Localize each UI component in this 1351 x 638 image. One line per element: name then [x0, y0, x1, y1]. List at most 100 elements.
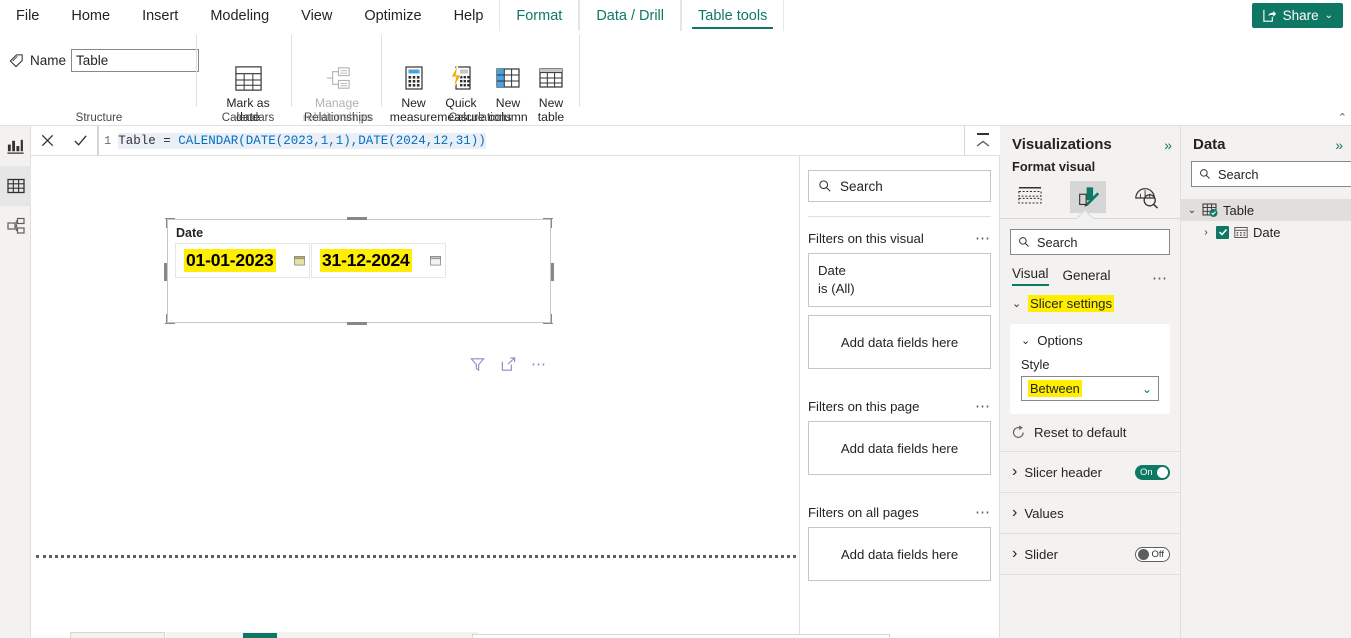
- share-button[interactable]: Share ⌄: [1251, 3, 1343, 28]
- resize-handle-left-top[interactable]: [166, 218, 167, 228]
- filters-page-dropzone[interactable]: Add data fields here: [808, 421, 991, 475]
- tab-help[interactable]: Help: [438, 0, 500, 31]
- rail-model-view-button[interactable]: [0, 206, 31, 246]
- filters-visual-dropzone[interactable]: Add data fields here: [808, 315, 991, 369]
- resize-handle-right-bottom[interactable]: [551, 314, 552, 324]
- date-slicer-visual[interactable]: Date 01-01-2023 31-12-2024: [164, 217, 554, 325]
- data-tree-item-table[interactable]: ⌄ Table: [1181, 199, 1351, 221]
- tab-optimize[interactable]: Optimize: [348, 0, 437, 31]
- tab-format[interactable]: Format: [499, 0, 580, 31]
- chevron-down-icon: ⌄: [1012, 298, 1022, 310]
- rail-report-view-button[interactable]: [0, 126, 31, 166]
- filter-card-date[interactable]: Date is (All): [808, 253, 991, 307]
- formula-line-number: 1: [104, 133, 112, 148]
- formula-table-name: Table: [118, 133, 156, 148]
- resize-handle-left-middle[interactable]: [164, 263, 167, 281]
- filters-all-pages-more-button[interactable]: ⋯: [975, 505, 991, 520]
- visual-format-search-placeholder: Search: [1037, 234, 1078, 250]
- build-visual-button[interactable]: [1012, 181, 1048, 213]
- slicer-start-date-box[interactable]: 01-01-2023: [175, 243, 310, 278]
- slicer-header-section[interactable]: › Slicer header On: [1000, 451, 1180, 492]
- format-visual-button[interactable]: [1070, 181, 1106, 213]
- options-header[interactable]: ⌄ Options: [1021, 333, 1159, 348]
- formula-bar: 1 Table = CALENDAR(DATE(2023,1,1),DATE(2…: [31, 126, 1000, 156]
- slider-section[interactable]: › Slider Off: [1000, 533, 1180, 574]
- filter-icon[interactable]: [469, 356, 486, 373]
- tab-help-label: Help: [453, 7, 484, 24]
- filters-section-header-page: Filters on this page ⋯: [808, 399, 991, 414]
- group-label-relationships: Relationships: [304, 112, 374, 124]
- data-search-box[interactable]: Search: [1191, 161, 1351, 187]
- tab-insert[interactable]: Insert: [126, 0, 194, 31]
- tab-modeling[interactable]: Modeling: [194, 0, 285, 31]
- ribbon-body: Name Structure Mark as date ta: [0, 31, 1351, 138]
- slicer-end-date-box[interactable]: 31-12-2024: [311, 243, 446, 278]
- minimize-icon: [976, 133, 989, 135]
- filters-visual-more-button[interactable]: ⋯: [975, 231, 991, 246]
- page-tab-cutoff-1[interactable]: [70, 632, 165, 638]
- filters-search-box[interactable]: Search: [808, 170, 991, 202]
- formula-input[interactable]: 1 Table = CALENDAR(DATE(2023,1,1),DATE(2…: [98, 126, 965, 155]
- tab-view[interactable]: View: [285, 0, 348, 31]
- slicer-header-toggle[interactable]: On: [1135, 464, 1170, 480]
- filters-all-pages-dropzone[interactable]: Add data fields here: [808, 527, 991, 581]
- visualizations-pane: Visualizations » Format visual Search Vi…: [1000, 126, 1181, 638]
- values-section[interactable]: › Values: [1000, 492, 1180, 533]
- filters-page-more-button[interactable]: ⋯: [975, 399, 991, 414]
- visual-format-search-box[interactable]: Search: [1010, 229, 1170, 255]
- format-tabs-more-button[interactable]: ⋯: [1152, 271, 1168, 286]
- table-name-input[interactable]: [71, 49, 200, 72]
- chevron-up-icon: [976, 140, 989, 147]
- style-dropdown[interactable]: Between ⌄: [1021, 376, 1159, 401]
- slider-toggle[interactable]: Off: [1135, 546, 1170, 562]
- data-field-tree: ⌄ Table › Date: [1181, 199, 1351, 243]
- resize-handle-right-middle[interactable]: [551, 263, 554, 281]
- data-tree-item-date[interactable]: › Date: [1181, 221, 1351, 243]
- report-canvas[interactable]: ⋯ Date 01-01-2023 31-12-2024: [31, 156, 800, 638]
- date-field-checkbox[interactable]: [1216, 225, 1229, 239]
- close-icon: [41, 134, 54, 147]
- collapse-pane-icon[interactable]: »: [1335, 137, 1343, 153]
- collapse-pane-icon[interactable]: »: [1164, 137, 1172, 153]
- resize-handle-bottom-center[interactable]: [347, 322, 367, 325]
- options-label: Options: [1037, 333, 1083, 348]
- chevron-right-icon: ›: [1012, 504, 1018, 521]
- reset-to-default-button[interactable]: Reset to default: [1000, 414, 1180, 451]
- commit-formula-button[interactable]: [64, 126, 97, 155]
- calendar-icon[interactable]: [294, 255, 305, 266]
- analytics-magnifier-icon: [1135, 187, 1159, 209]
- new-measure-button[interactable]: New measure: [390, 61, 437, 124]
- filters-all-pages-dropzone-label: Add data fields here: [840, 546, 959, 562]
- rail-data-view-button[interactable]: [0, 166, 31, 206]
- ribbon-collapse-button[interactable]: ⌃: [1338, 111, 1347, 124]
- page-boundary-divider: [36, 555, 796, 558]
- visual-more-options-button[interactable]: ⋯: [531, 357, 547, 372]
- resize-handle-top-center[interactable]: [347, 217, 367, 220]
- resize-handle-right-top[interactable]: [551, 218, 552, 228]
- values-label: Values: [1024, 505, 1064, 521]
- status-bar-cutoff: [0, 632, 1351, 638]
- tab-file[interactable]: File: [0, 0, 55, 31]
- tab-data-drill-label: Data / Drill: [596, 7, 664, 24]
- tab-home[interactable]: Home: [55, 0, 126, 31]
- style-label: Style: [1021, 357, 1050, 372]
- new-table-button[interactable]: New table: [529, 61, 573, 124]
- filters-search-placeholder: Search: [840, 178, 883, 194]
- tab-general[interactable]: General: [1063, 268, 1111, 286]
- visualizations-bottom-divider: [1000, 574, 1180, 575]
- tab-visual[interactable]: Visual: [1012, 266, 1049, 286]
- slicer-header-toggle-state: On: [1140, 466, 1153, 478]
- cancel-formula-button[interactable]: [31, 126, 64, 155]
- slicer-settings-section[interactable]: ⌄ Slicer settings: [1000, 286, 1180, 321]
- tab-insert-label: Insert: [142, 7, 179, 24]
- view-switcher-rail: [0, 126, 31, 638]
- data-view-icon: [6, 178, 25, 194]
- calendar-icon[interactable]: [430, 255, 441, 266]
- analytics-button[interactable]: [1128, 181, 1164, 213]
- tab-table-tools[interactable]: Table tools: [681, 0, 785, 31]
- data-tree-table-label: Table: [1223, 202, 1255, 218]
- focus-mode-icon[interactable]: [500, 356, 517, 373]
- tab-data-drill[interactable]: Data / Drill: [579, 0, 681, 31]
- formula-bar-expand-button[interactable]: [965, 126, 1000, 155]
- resize-handle-left-bottom[interactable]: [166, 314, 167, 324]
